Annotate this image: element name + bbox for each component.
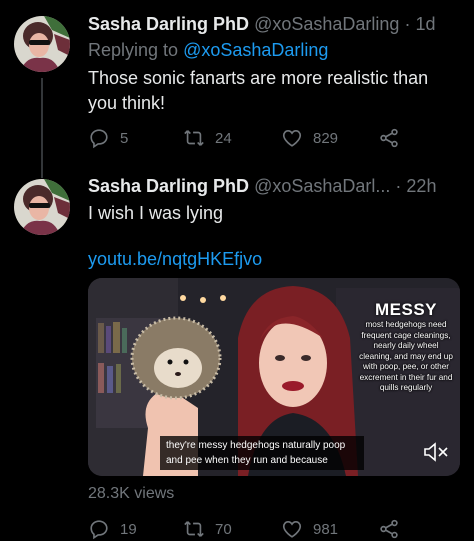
reply-button[interactable]: 19: [88, 518, 183, 540]
retweet-icon: [184, 130, 204, 146]
reply-icon: [90, 520, 108, 540]
video-overlay-text: MESSY most hedgehogs need frequent cage …: [358, 300, 454, 394]
reply-count: 19: [120, 520, 137, 538]
share-button[interactable]: [378, 127, 400, 149]
tweet-actions: 19 70 981: [88, 517, 474, 541]
timestamp[interactable]: 22h: [406, 176, 436, 196]
like-count: 829: [313, 129, 339, 147]
avatar[interactable]: [14, 16, 70, 72]
thread-line: [41, 78, 43, 178]
mute-icon[interactable]: [422, 440, 450, 464]
tweet-actions: 5 24 829: [88, 126, 474, 150]
video-player[interactable]: MESSY most hedgehogs need frequent cage …: [88, 278, 460, 476]
caption-line-1: they're messy hedgehogs naturally poop: [166, 440, 346, 451]
like-count: 981: [313, 520, 339, 538]
share-icon: [380, 128, 398, 148]
video-link[interactable]: youtu.be/nqtgHKEfjvo: [88, 249, 262, 270]
like-button[interactable]: 829: [281, 127, 378, 149]
like-icon: [282, 521, 302, 538]
like-button[interactable]: 981: [281, 518, 378, 540]
separator: ·: [404, 14, 411, 34]
replying-to: Replying to @xoSashaDarling: [88, 40, 328, 61]
replying-to-mention[interactable]: @xoSashaDarling: [183, 40, 328, 60]
reply-button[interactable]: 5: [88, 127, 183, 149]
retweet-button[interactable]: 70: [183, 518, 281, 540]
retweet-button[interactable]: 24: [183, 127, 281, 149]
avatar[interactable]: [14, 179, 70, 235]
tweet-2[interactable]: Sasha Darling PhD @xoSashaDarl... · 22h …: [0, 165, 474, 541]
tweet-header: Sasha Darling PhD @xoSashaDarling · 1d: [88, 14, 464, 35]
author-name[interactable]: Sasha Darling PhD: [88, 176, 249, 196]
video-caption: they're messy hedgehogs naturally poop a…: [160, 436, 364, 470]
retweet-count: 24: [215, 129, 232, 147]
retweet-icon: [184, 521, 204, 537]
overlay-title: MESSY: [374, 300, 438, 319]
overlay-description: most hedgehogs need frequent cage cleani…: [359, 320, 453, 392]
author-name[interactable]: Sasha Darling PhD: [88, 14, 249, 34]
reply-count: 5: [120, 129, 129, 147]
tweet-1[interactable]: Sasha Darling PhD @xoSashaDarling · 1d R…: [0, 0, 474, 178]
timestamp[interactable]: 1d: [415, 14, 435, 34]
view-count: 28.3K views: [88, 485, 175, 502]
share-icon: [380, 519, 398, 539]
separator: ·: [395, 176, 402, 196]
retweet-count: 70: [215, 520, 232, 538]
author-handle[interactable]: @xoSashaDarling: [254, 14, 399, 34]
tweet-header: Sasha Darling PhD @xoSashaDarl... · 22h: [88, 176, 464, 197]
replying-prefix: Replying to: [88, 40, 179, 60]
reply-icon: [90, 129, 108, 149]
tweet-text: Those sonic fanarts are more realistic t…: [88, 68, 429, 113]
tweet-text: I wish I was lying: [88, 203, 224, 223]
like-icon: [282, 130, 302, 147]
author-handle[interactable]: @xoSashaDarl...: [254, 176, 390, 196]
share-button[interactable]: [378, 518, 400, 540]
caption-line-2: and pee when they run and because: [166, 455, 328, 466]
